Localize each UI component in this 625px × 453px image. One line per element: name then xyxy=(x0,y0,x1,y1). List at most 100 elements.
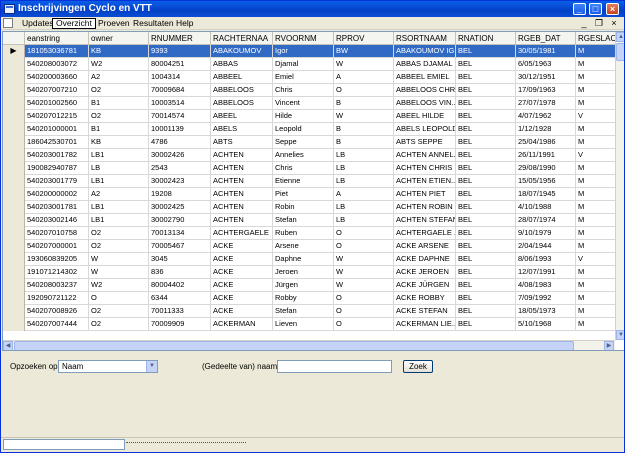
table-cell[interactable]: 540203001779 xyxy=(25,175,89,188)
table-cell[interactable]: M xyxy=(576,227,616,240)
table-cell[interactable]: ACKE xyxy=(211,240,273,253)
table-cell[interactable]: BEL xyxy=(456,227,516,240)
table-cell[interactable]: W xyxy=(334,279,394,292)
table-cell[interactable]: BEL xyxy=(456,253,516,266)
column-header[interactable]: RACHTERNAA xyxy=(211,32,273,45)
column-header[interactable]: RNATION xyxy=(456,32,516,45)
table-cell[interactable]: ACKE ROBBY xyxy=(394,292,456,305)
table-cell[interactable]: ACKERMAN LIE... xyxy=(394,318,456,331)
table-cell[interactable]: B xyxy=(334,136,394,149)
table-cell[interactable]: Robby xyxy=(273,292,334,305)
table-cell[interactable]: O xyxy=(89,292,149,305)
table-cell[interactable]: M xyxy=(576,71,616,84)
table-row[interactable]: ▶ 181053036781 KB 9393 ABAKOUMOV Igor BW ABAKOU… xyxy=(3,45,616,58)
table-cell[interactable]: Seppe xyxy=(273,136,334,149)
table-row[interactable]: 540207007444 O2 70009909 ACKERMAN Lieven O ACK… xyxy=(3,318,616,331)
table-cell[interactable]: 836 xyxy=(149,266,211,279)
table-cell[interactable]: M xyxy=(576,162,616,175)
table-cell[interactable]: 10001139 xyxy=(149,123,211,136)
table-cell[interactable]: 192090721122 xyxy=(25,292,89,305)
table-cell[interactable]: 18/07/1945 xyxy=(516,188,576,201)
table-cell[interactable]: 25/04/1986 xyxy=(516,136,576,149)
table-cell[interactable]: ACHTERGAELE ... xyxy=(394,227,456,240)
row-header[interactable] xyxy=(3,227,25,240)
table-cell[interactable]: ABBAS xyxy=(211,58,273,71)
table-row[interactable]: 186042530701 KB 4786 ABTS Seppe B ABTS SEPPE BE… xyxy=(3,136,616,149)
table-cell[interactable]: 8/06/1993 xyxy=(516,253,576,266)
table-cell[interactable]: O xyxy=(334,318,394,331)
table-cell[interactable]: V xyxy=(576,110,616,123)
search-button[interactable]: Zoek xyxy=(403,360,433,373)
table-cell[interactable]: BEL xyxy=(456,123,516,136)
column-header[interactable]: RGESLACH xyxy=(576,32,616,45)
table-cell[interactable]: V xyxy=(576,253,616,266)
table-cell[interactable]: 540208003072 xyxy=(25,58,89,71)
table-cell[interactable]: 540207010758 xyxy=(25,227,89,240)
table-row[interactable]: 540203002146 LB1 30002790 ACHTEN Stefan LB ACH… xyxy=(3,214,616,227)
table-cell[interactable]: ABELS LEOPOLD xyxy=(394,123,456,136)
row-header[interactable] xyxy=(3,58,25,71)
column-header[interactable]: RPROV xyxy=(334,32,394,45)
table-cell[interactable]: 30002423 xyxy=(149,175,211,188)
horizontal-scrollbar[interactable]: ◀ ▶ xyxy=(3,340,615,350)
table-cell[interactable]: BEL xyxy=(456,279,516,292)
table-cell[interactable]: 26/11/1991 xyxy=(516,149,576,162)
table-cell[interactable]: BEL xyxy=(456,175,516,188)
table-cell[interactable]: KB xyxy=(89,136,149,149)
table-cell[interactable]: 540207000001 xyxy=(25,240,89,253)
table-cell[interactable]: W2 xyxy=(89,279,149,292)
title-bar[interactable]: Inschrijvingen Cyclo en VTT _ □ × xyxy=(1,1,624,17)
table-cell[interactable]: BEL xyxy=(456,305,516,318)
table-row[interactable]: 540201002560 B1 10003514 ABBELOOS Vincent B AB… xyxy=(3,97,616,110)
table-cell[interactable]: 70011333 xyxy=(149,305,211,318)
table-cell[interactable]: O2 xyxy=(89,305,149,318)
table-cell[interactable]: ABBEEL xyxy=(211,71,273,84)
table-cell[interactable]: LB xyxy=(89,162,149,175)
table-cell[interactable]: LB xyxy=(334,149,394,162)
table-cell[interactable]: 4786 xyxy=(149,136,211,149)
table-cell[interactable]: 80004251 xyxy=(149,58,211,71)
table-cell[interactable]: B xyxy=(334,123,394,136)
table-cell[interactable]: B1 xyxy=(89,97,149,110)
table-row[interactable]: 540200003660 A2 1004314 ABBEEL Emiel A ABBEEL … xyxy=(3,71,616,84)
table-cell[interactable]: Djamal xyxy=(273,58,334,71)
table-cell[interactable]: 30002790 xyxy=(149,214,211,227)
search-input[interactable] xyxy=(277,360,392,373)
row-header[interactable] xyxy=(3,136,25,149)
table-row[interactable]: 540203001779 LB1 30002423 ACHTEN Etienne LB AC… xyxy=(3,175,616,188)
table-row[interactable]: 540201000001 B1 10001139 ABELS Leopold B ABELS… xyxy=(3,123,616,136)
table-cell[interactable]: BEL xyxy=(456,84,516,97)
table-cell[interactable]: M xyxy=(576,136,616,149)
table-cell[interactable]: 540207007210 xyxy=(25,84,89,97)
scroll-up-icon[interactable]: ▲ xyxy=(616,32,624,42)
table-cell[interactable]: Igor xyxy=(273,45,334,58)
table-cell[interactable]: Arsene xyxy=(273,240,334,253)
table-cell[interactable]: 7/09/1992 xyxy=(516,292,576,305)
table-cell[interactable]: ACHTEN xyxy=(211,175,273,188)
table-cell[interactable]: ACKE xyxy=(211,279,273,292)
table-cell[interactable]: A xyxy=(334,188,394,201)
table-cell[interactable]: ABBAS DJAMAL xyxy=(394,58,456,71)
table-cell[interactable]: ACKE xyxy=(211,253,273,266)
row-header[interactable] xyxy=(3,253,25,266)
table-cell[interactable]: ABTS SEPPE xyxy=(394,136,456,149)
table-cell[interactable]: M xyxy=(576,45,616,58)
table-cell[interactable]: ACHTEN CHRIS xyxy=(394,162,456,175)
table-cell[interactable]: B xyxy=(334,97,394,110)
table-cell[interactable]: 4/07/1962 xyxy=(516,110,576,123)
table-cell[interactable]: Chris xyxy=(273,84,334,97)
table-cell[interactable]: LB xyxy=(334,162,394,175)
row-header[interactable] xyxy=(3,123,25,136)
scroll-left-icon[interactable]: ◀ xyxy=(3,341,13,350)
table-cell[interactable]: 70013134 xyxy=(149,227,211,240)
table-cell[interactable]: M xyxy=(576,305,616,318)
table-cell[interactable]: A xyxy=(334,71,394,84)
table-cell[interactable]: O xyxy=(334,305,394,318)
table-cell[interactable]: BEL xyxy=(456,214,516,227)
table-cell[interactable]: O2 xyxy=(89,318,149,331)
row-header[interactable] xyxy=(3,71,25,84)
table-row[interactable]: 190082940787 LB 2543 ACHTEN Chris LB ACHTEN CH… xyxy=(3,162,616,175)
table-cell[interactable]: 2543 xyxy=(149,162,211,175)
table-row[interactable]: 540203001782 LB1 30002426 ACHTEN Annelies LB A… xyxy=(3,149,616,162)
table-cell[interactable]: 30002426 xyxy=(149,149,211,162)
